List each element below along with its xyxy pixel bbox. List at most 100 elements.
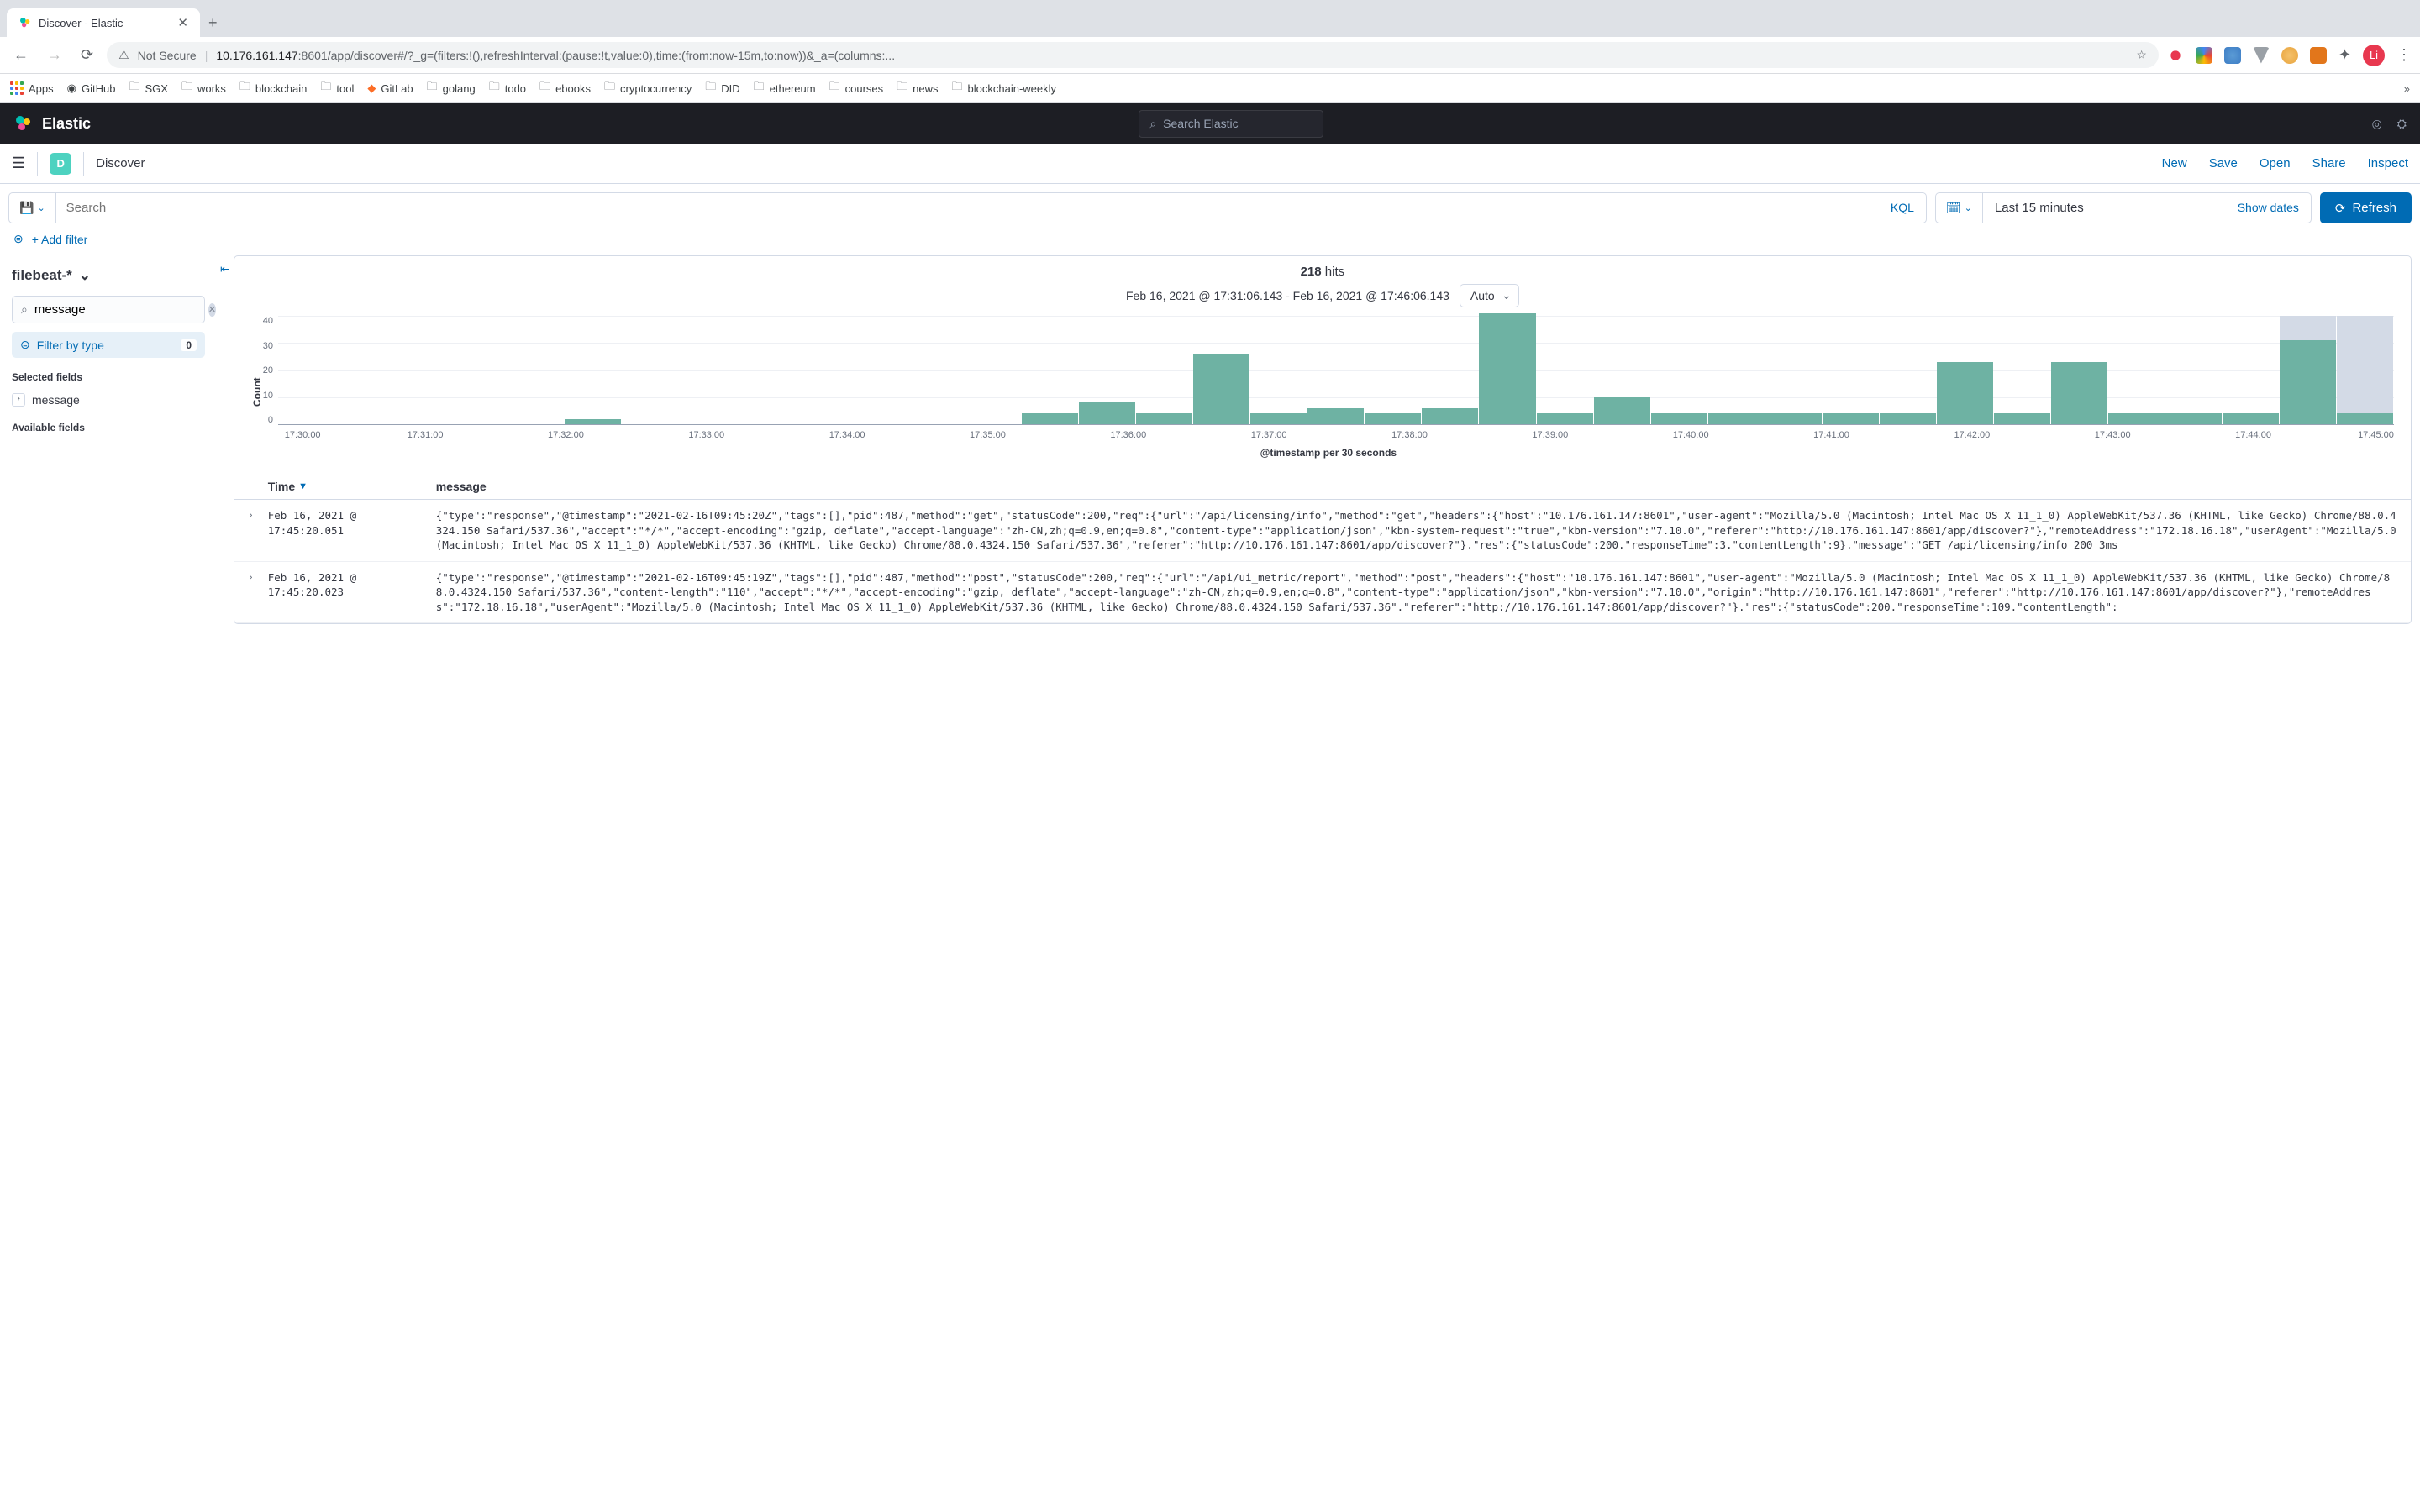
elastic-logo[interactable]: Elastic (13, 113, 91, 134)
expand-icon[interactable]: › (248, 570, 268, 615)
refresh-button[interactable]: ⟳ Refresh (2320, 192, 2412, 223)
histogram-bar[interactable] (2051, 362, 2107, 424)
histogram-chart: Count 40 30 20 10 0 (234, 316, 2411, 474)
histogram-bar[interactable] (1136, 413, 1192, 424)
bookmark-tool[interactable]: 🗀tool (320, 79, 354, 97)
histogram-bar[interactable] (2108, 413, 2165, 424)
bookmark-blockchain-weekly[interactable]: 🗀blockchain-weekly (952, 79, 1057, 97)
profile-avatar[interactable]: Li (2363, 45, 2385, 66)
field-search-input[interactable] (34, 302, 202, 317)
global-search[interactable]: ⌕ Search Elastic (1139, 110, 1323, 138)
bookmark-works[interactable]: 🗀works (182, 79, 226, 97)
histogram-bar[interactable] (1365, 413, 1421, 424)
histogram-bar[interactable] (1479, 313, 1535, 424)
bookmark-news[interactable]: 🗀news (897, 79, 938, 97)
new-tab-button[interactable]: + (200, 9, 226, 37)
apps-button[interactable]: Apps (10, 81, 54, 95)
menu-icon[interactable]: ☰ (12, 155, 25, 172)
col-message-header[interactable]: message (436, 480, 2397, 493)
bookmark-todo[interactable]: 🗀todo (489, 79, 526, 97)
histogram-bar[interactable] (1765, 413, 1822, 424)
histogram-bar[interactable] (2223, 413, 2279, 424)
kebab-icon[interactable]: ⋮ (2396, 46, 2412, 64)
ext-icon-5[interactable] (2281, 47, 2298, 64)
expand-icon[interactable]: › (248, 508, 268, 553)
bookmark-ebooks[interactable]: 🗀ebooks (539, 79, 591, 97)
bookmark-gitlab[interactable]: ◆GitLab (367, 81, 413, 95)
histogram-bar[interactable] (2280, 316, 2336, 424)
col-time-header[interactable]: Time▼ (268, 480, 436, 493)
field-search[interactable]: ⌕ ✕ (12, 296, 205, 323)
ext-icon-4[interactable] (2253, 47, 2270, 64)
clear-icon[interactable]: ✕ (208, 303, 216, 317)
folder-icon: 🗀 (489, 79, 500, 97)
histogram-bar[interactable] (1537, 413, 1593, 424)
url-bar[interactable]: ⚠ Not Secure | 10.176.161.147:8601/app/d… (107, 42, 2159, 68)
help-icon[interactable]: ⛭ (2397, 117, 2407, 131)
main: filebeat-* ⌄ ⌕ ✕ ⊜Filter by type 0 Selec… (0, 255, 2420, 633)
ext-icon-6[interactable] (2310, 47, 2327, 64)
index-pattern-selector[interactable]: filebeat-* ⌄ (12, 267, 205, 284)
collapse-sidebar-icon[interactable]: ⇤ (217, 255, 234, 633)
bookmark-blockchain[interactable]: 🗀blockchain (239, 79, 307, 97)
date-range[interactable]: Last 15 minutes (1983, 193, 2226, 223)
filter-by-type-button[interactable]: ⊜Filter by type 0 (12, 332, 205, 358)
bookmark-sgx[interactable]: 🗀SGX (129, 79, 167, 97)
filter-settings-icon[interactable]: ⊜ (13, 232, 24, 246)
histogram-bar[interactable] (1880, 413, 1936, 424)
histogram-bar[interactable] (2337, 316, 2393, 424)
inspect-button[interactable]: Inspect (2368, 156, 2408, 171)
folder-icon: 🗀 (239, 79, 250, 97)
github-icon: ◉ (67, 81, 76, 95)
plot-area[interactable] (278, 316, 2394, 425)
histogram-bar[interactable] (1823, 413, 1879, 424)
field-type-badge: t (12, 393, 25, 407)
histogram-bar[interactable] (2165, 413, 2222, 424)
histogram-bar[interactable] (1994, 413, 2050, 424)
show-dates-button[interactable]: Show dates (2226, 193, 2311, 223)
histogram-bar[interactable] (1250, 413, 1307, 424)
reload-button[interactable]: ⟳ (76, 43, 98, 67)
ext-icon-2[interactable] (2196, 47, 2212, 64)
kibana-header: ☰ D Discover New Save Open Share Inspect (0, 144, 2420, 184)
save-button[interactable]: Save (2209, 156, 2238, 171)
share-button[interactable]: Share (2312, 156, 2346, 171)
bookmark-did[interactable]: 🗀DID (705, 79, 739, 97)
newsfeed-icon[interactable]: ◎ (2372, 117, 2382, 131)
extensions-menu-icon[interactable]: ✦ (2338, 46, 2351, 64)
histogram-bar[interactable] (1422, 408, 1478, 424)
close-icon[interactable]: ✕ (177, 15, 188, 30)
star-icon[interactable]: ☆ (2136, 48, 2147, 62)
browser-tab[interactable]: Discover - Elastic ✕ (7, 8, 200, 37)
selected-field-item[interactable]: t message (12, 390, 205, 410)
back-button[interactable]: ← (8, 43, 34, 67)
histogram-bar[interactable] (1651, 413, 1707, 424)
histogram-bar[interactable] (1594, 397, 1650, 424)
add-filter-button[interactable]: + Add filter (32, 233, 88, 246)
selected-fields-heading: Selected fields (12, 371, 205, 383)
bookmark-github[interactable]: ◉GitHub (67, 81, 116, 95)
new-button[interactable]: New (2162, 156, 2187, 171)
calendar-button[interactable]: 🗓 ⌄ (1936, 193, 1983, 223)
interval-select[interactable]: Auto (1460, 284, 1519, 307)
bookmark-ethereum[interactable]: 🗀ethereum (754, 79, 816, 97)
histogram-bar[interactable] (565, 419, 621, 424)
histogram-bar[interactable] (1708, 413, 1765, 424)
ext-icon-1[interactable] (2167, 47, 2184, 64)
folder-icon: 🗀 (829, 79, 840, 97)
bookmark-overflow[interactable]: » (2404, 82, 2410, 95)
bookmark-cryptocurrency[interactable]: 🗀cryptocurrency (604, 79, 692, 97)
histogram-bar[interactable] (1193, 354, 1249, 424)
forward-button[interactable]: → (42, 43, 67, 67)
saved-query-button[interactable]: 💾 ⌄ (9, 193, 56, 223)
open-button[interactable]: Open (2260, 156, 2291, 171)
histogram-bar[interactable] (1937, 362, 1993, 424)
ext-icon-3[interactable] (2224, 47, 2241, 64)
bookmark-courses[interactable]: 🗀courses (829, 79, 884, 97)
search-input[interactable] (56, 193, 1879, 223)
kql-toggle[interactable]: KQL (1879, 193, 1926, 223)
histogram-bar[interactable] (1022, 413, 1078, 424)
bookmark-golang[interactable]: 🗀golang (427, 79, 476, 97)
histogram-bar[interactable] (1307, 408, 1364, 424)
histogram-bar[interactable] (1079, 402, 1135, 424)
